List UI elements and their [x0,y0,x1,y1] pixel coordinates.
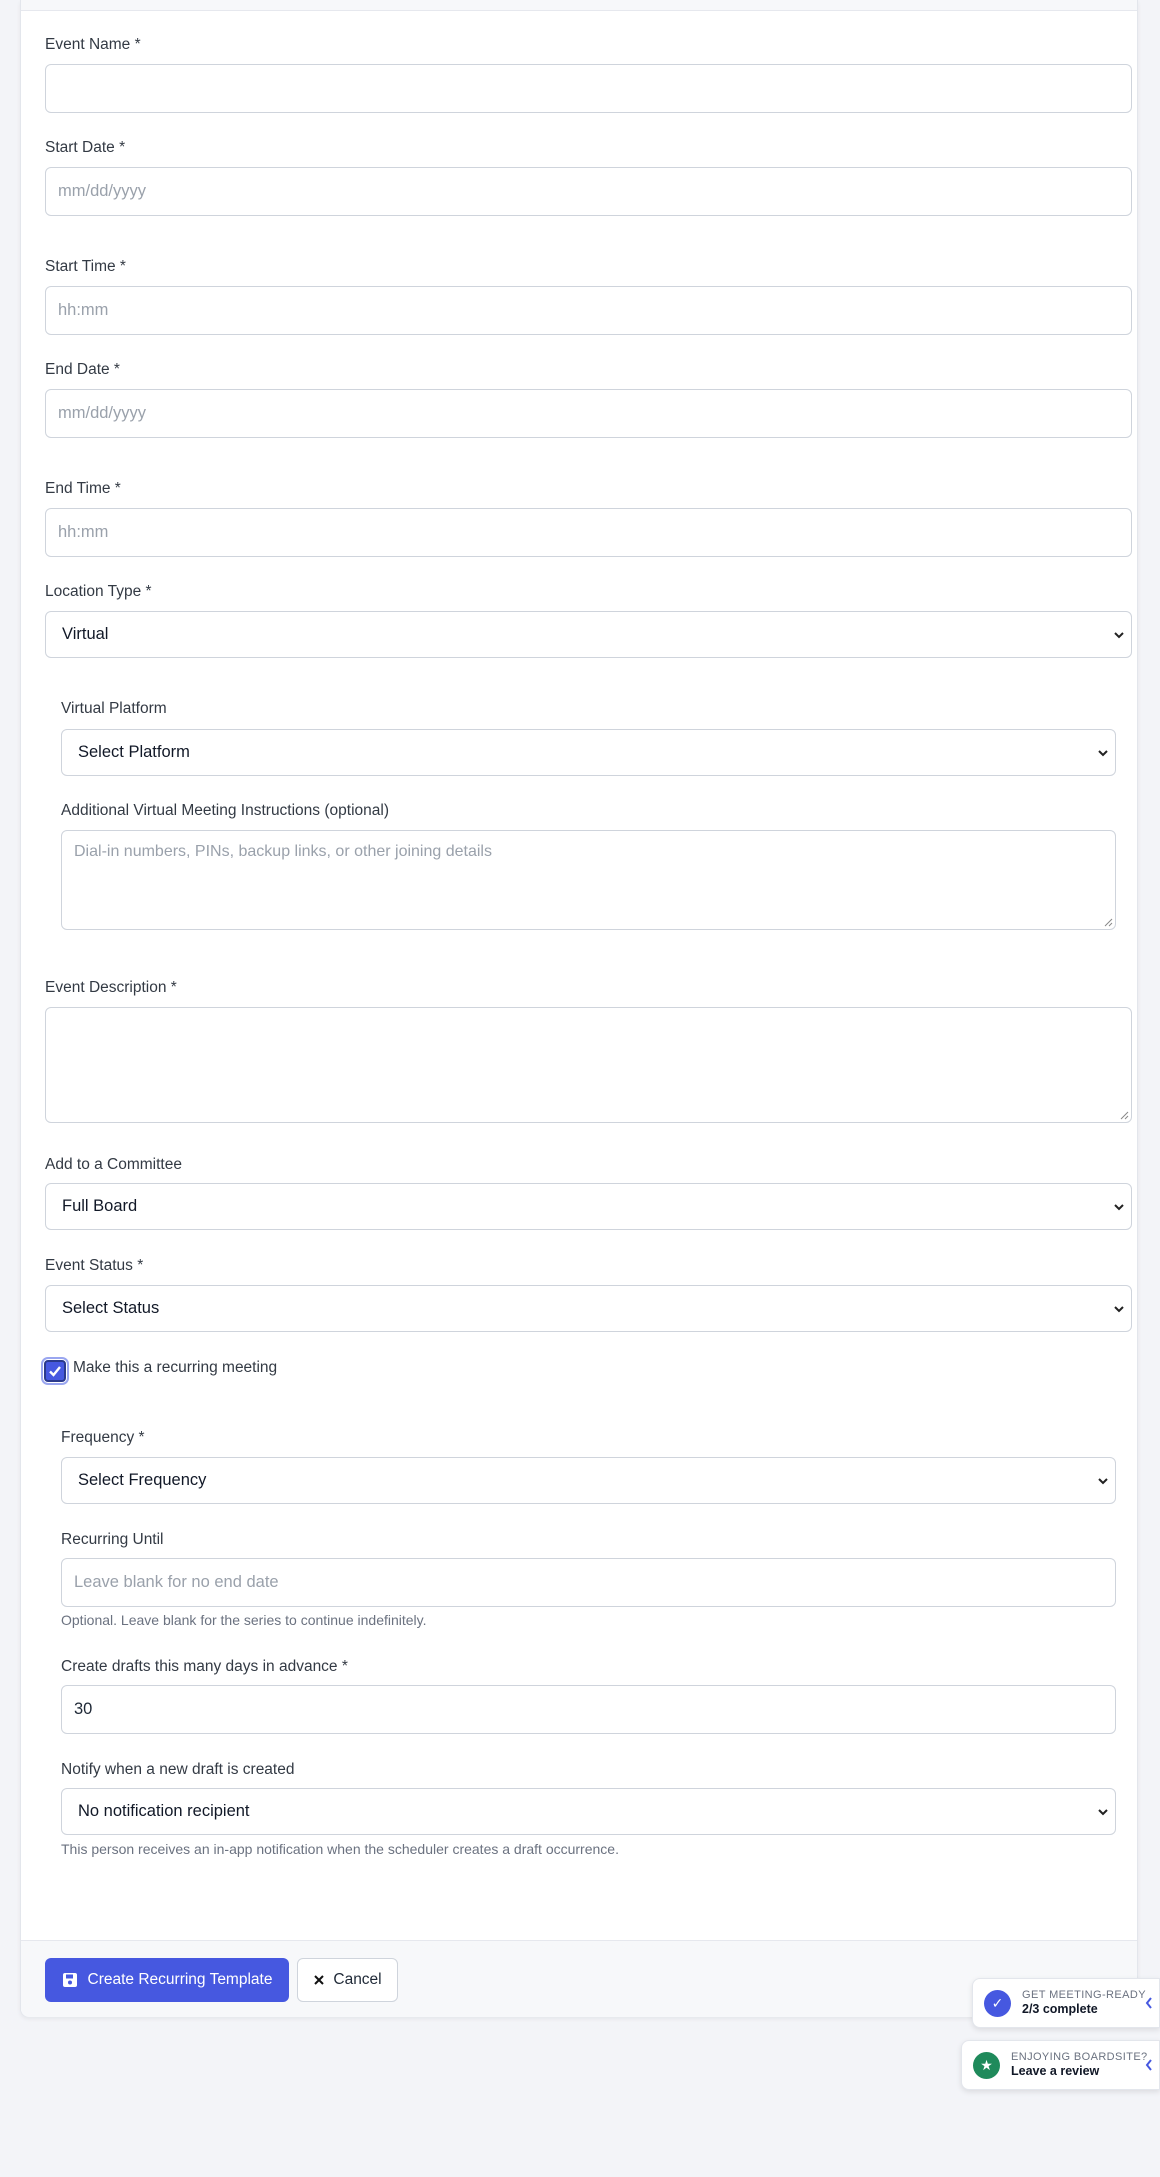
recurring-checkbox[interactable] [41,1357,69,1385]
chevron-down-icon [1114,1306,1124,1313]
start-time-label: Start Time * [45,258,126,275]
virtual-platform-select[interactable]: Select Platform [61,729,1116,776]
recurring-label[interactable]: Make this a recurring meeting [73,1359,277,1377]
drafts-days-label: Create drafts this many days in advance … [61,1658,348,1675]
cancel-button[interactable]: Cancel [297,1958,398,2002]
meeting-ready-widget[interactable]: ✓ GET MEETING-READY 2/3 complete [972,1978,1160,2028]
chevron-down-icon [1098,1809,1108,1816]
event-name-label: Event Name * [45,36,141,53]
recurring-until-help: Optional. Leave blank for the series to … [61,1612,427,1628]
location-type-value: Virtual [62,625,109,643]
event-status-value: Select Status [62,1299,160,1317]
review-caption: ENJOYING BOARDSITE? [1011,2050,1148,2063]
create-recurring-template-button[interactable]: Create Recurring Template [45,1958,289,2002]
recurring-until-label: Recurring Until [61,1531,164,1548]
event-form-card: Event Name * Start Date * mm/dd/yyyy Sta… [20,0,1138,2017]
cancel-label: Cancel [333,1971,382,1988]
check-icon: ✓ [984,1989,1011,2017]
event-description-textarea[interactable] [45,1007,1132,1123]
resize-handle-icon[interactable] [1120,1111,1129,1120]
chevron-down-icon [1114,1204,1124,1211]
notify-help: This person receives an in-app notificat… [61,1841,619,1857]
virtual-platform-label: Virtual Platform [61,700,167,717]
chevron-left-icon[interactable] [1145,1997,1153,2009]
create-recurring-template-label: Create Recurring Template [87,1971,273,1988]
end-time-input[interactable]: hh:mm [45,508,1132,557]
event-status-select[interactable]: Select Status [45,1285,1132,1332]
card-top-edge [21,0,1137,11]
notify-select[interactable]: No notification recipient [61,1788,1116,1835]
virtual-platform-value: Select Platform [78,743,190,761]
event-status-label: Event Status * [45,1257,144,1274]
drafts-days-input[interactable]: 30 [61,1685,1116,1734]
start-date-input[interactable]: mm/dd/yyyy [45,167,1132,216]
meeting-ready-caption: GET MEETING-READY [1022,1988,1146,2001]
start-time-input[interactable]: hh:mm [45,286,1132,335]
end-date-input[interactable]: mm/dd/yyyy [45,389,1132,438]
resize-handle-icon[interactable] [1104,918,1113,927]
end-date-label: End Date * [45,361,120,378]
checkmark-icon [49,1366,61,1377]
location-type-label: Location Type * [45,583,152,600]
save-icon [62,1973,77,1987]
meeting-ready-progress: 2/3 complete [1022,2002,1098,2017]
recurring-until-input[interactable]: Leave blank for no end date [61,1558,1116,1607]
chevron-left-icon[interactable] [1145,2059,1153,2071]
chevron-down-icon [1098,1478,1108,1485]
star-icon: ★ [973,2051,1000,2079]
event-description-label: Event Description * [45,979,177,996]
committee-select[interactable]: Full Board [45,1183,1132,1230]
virtual-instructions-placeholder: Dial-in numbers, PINs, backup links, or … [74,843,492,860]
start-date-label: Start Date * [45,139,126,156]
close-icon [314,1975,325,1985]
notify-label: Notify when a new draft is created [61,1761,295,1778]
virtual-instructions-textarea[interactable]: Dial-in numbers, PINs, backup links, or … [61,830,1116,930]
committee-value: Full Board [62,1197,138,1215]
frequency-value: Select Frequency [78,1471,207,1489]
review-widget[interactable]: ★ ENJOYING BOARDSITE? Leave a review [961,2040,1160,2090]
event-name-input[interactable] [45,64,1132,113]
frequency-select[interactable]: Select Frequency [61,1457,1116,1504]
frequency-label: Frequency * [61,1429,145,1446]
end-time-label: End Time * [45,480,121,497]
chevron-down-icon [1114,632,1124,639]
chevron-down-icon [1098,750,1108,757]
notify-value: No notification recipient [78,1802,250,1820]
location-type-select[interactable]: Virtual [45,611,1132,658]
review-link[interactable]: Leave a review [1011,2064,1148,2079]
committee-label: Add to a Committee [45,1156,182,1173]
virtual-instructions-label: Additional Virtual Meeting Instructions … [61,802,389,819]
form-footer: Create Recurring Template Cancel [21,1940,1137,2017]
